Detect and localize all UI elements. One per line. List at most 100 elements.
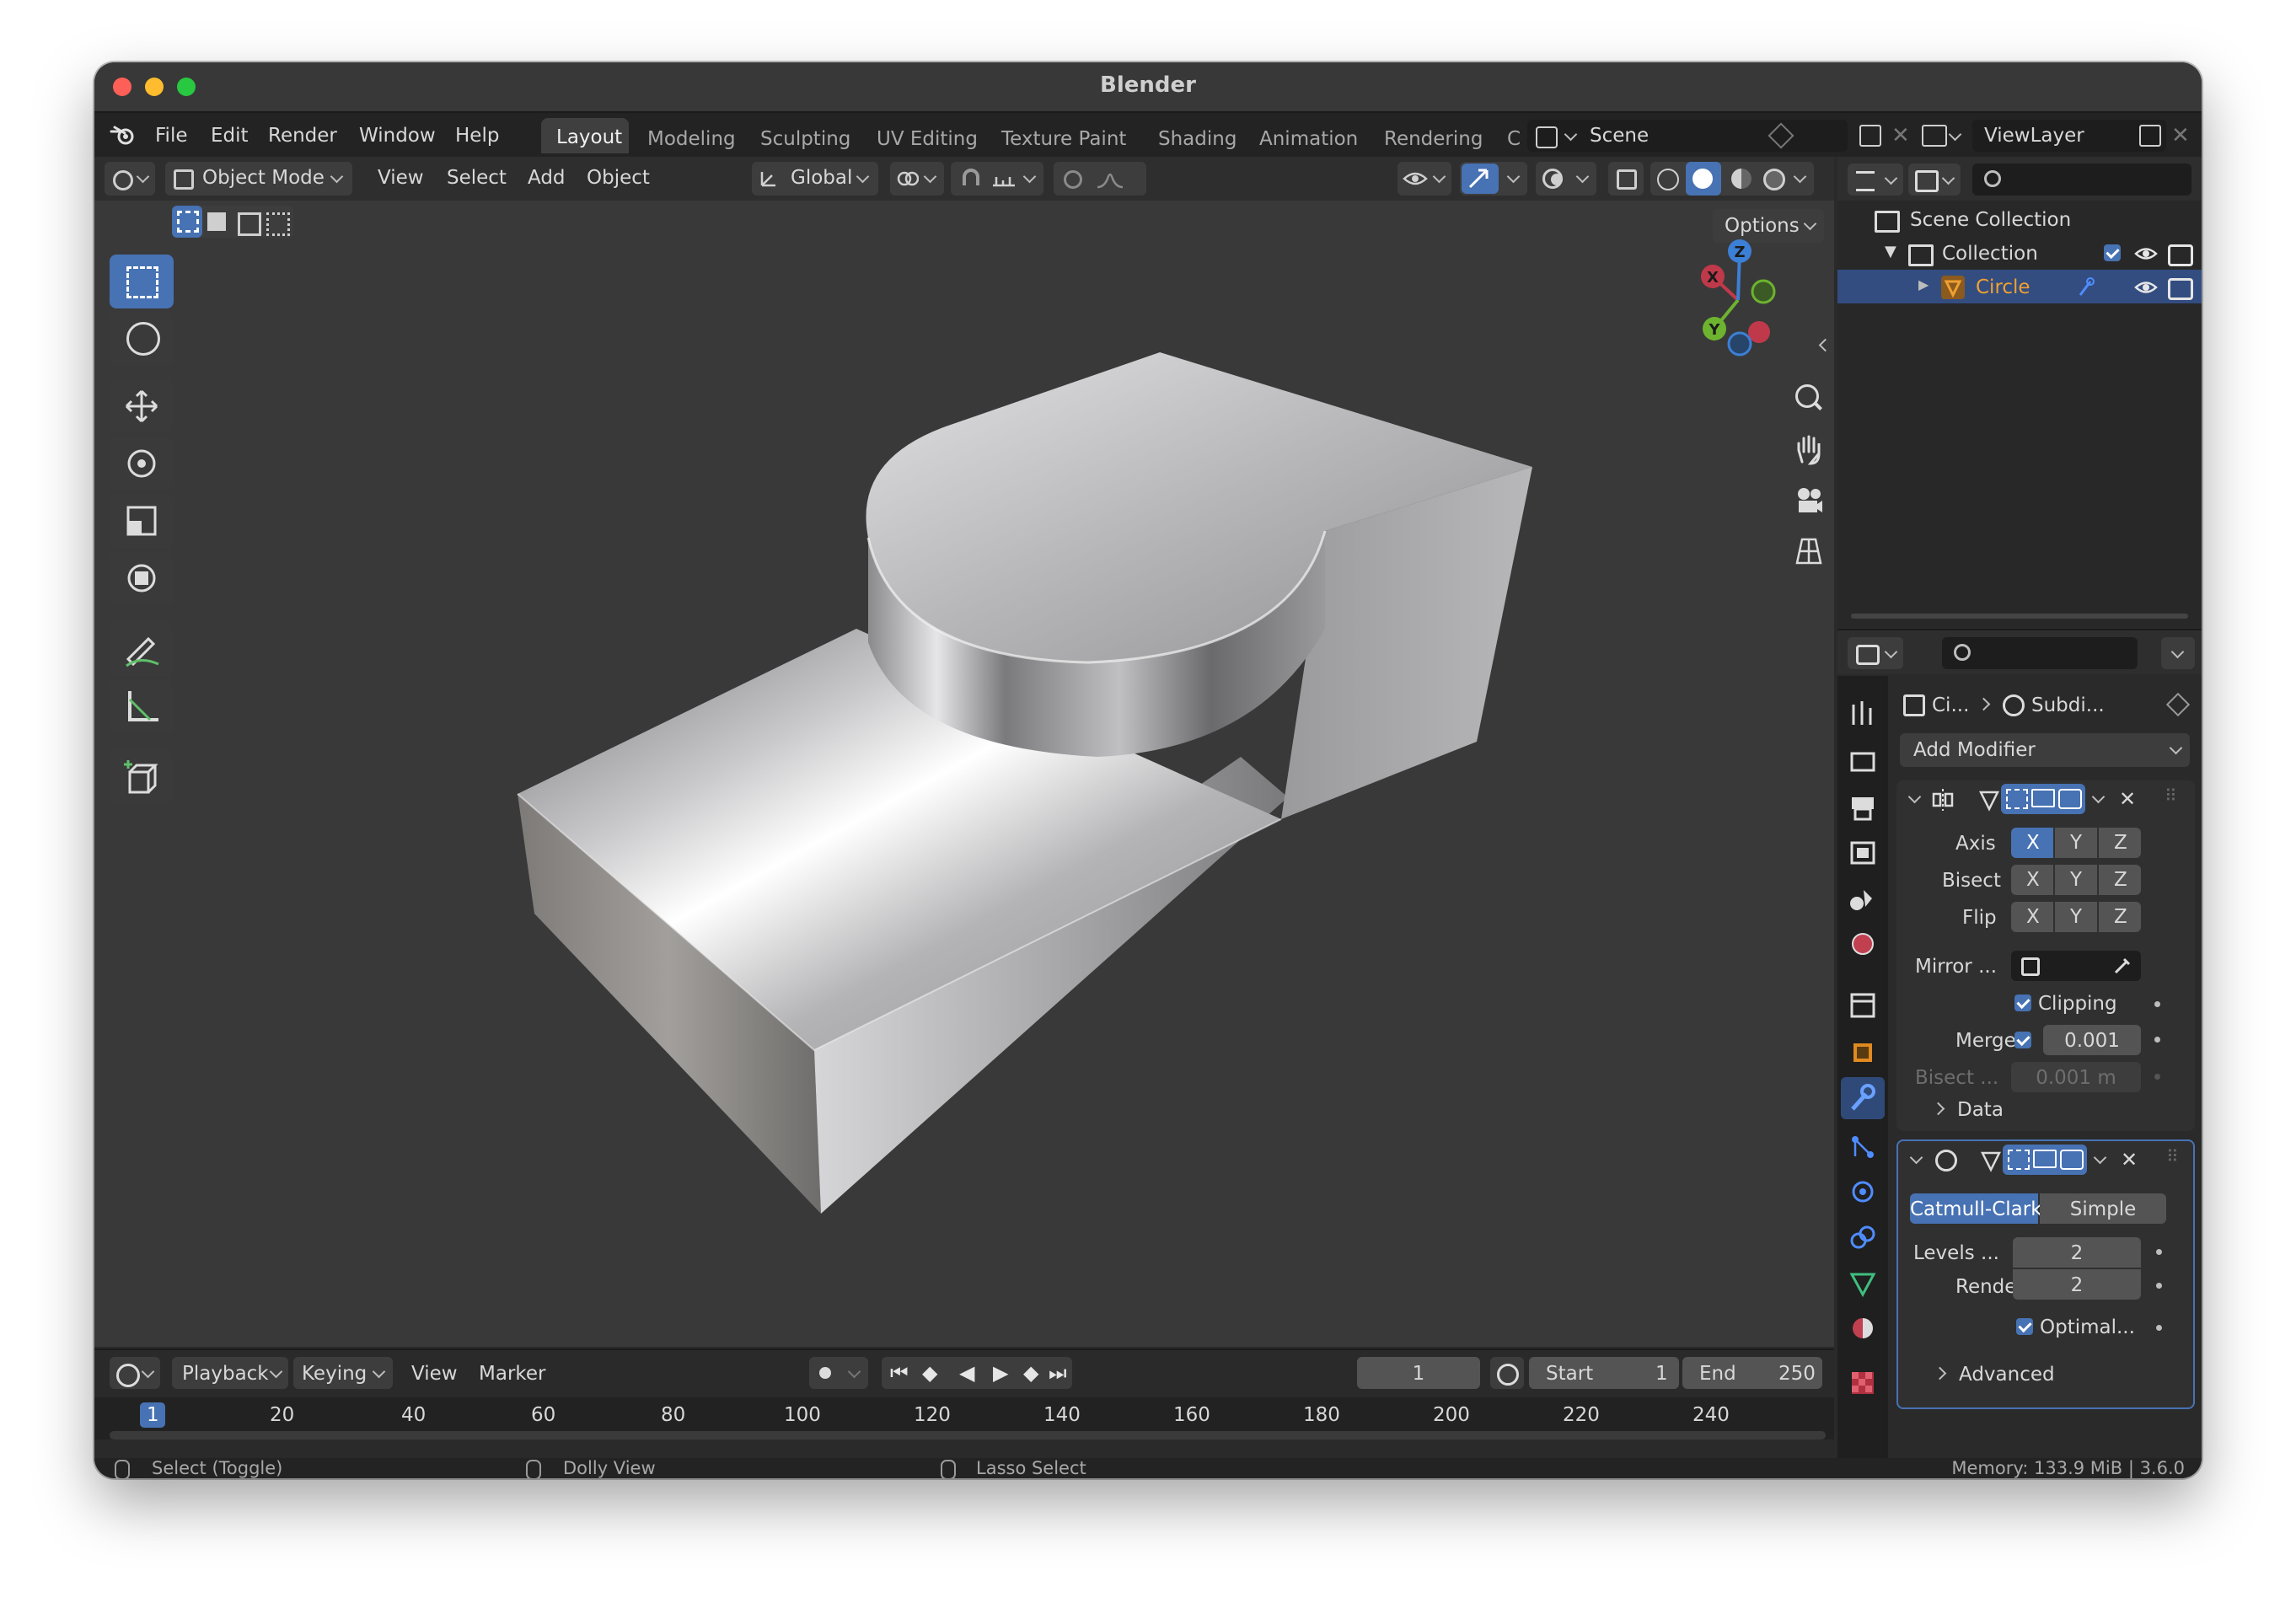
current-frame-field[interactable]: 1: [1357, 1357, 1480, 1389]
keyframe-dot[interactable]: [2154, 1001, 2160, 1007]
tab-overflow[interactable]: C: [1507, 130, 1521, 149]
edit-mode-icon[interactable]: [1977, 787, 2001, 812]
eye-icon[interactable]: [2134, 244, 2158, 263]
remove-modifier-icon[interactable]: ✕: [2119, 789, 2136, 809]
gizmo-neg-y[interactable]: [1751, 279, 1776, 304]
zoom-button[interactable]: [1785, 376, 1831, 421]
camera-render-icon[interactable]: [2168, 244, 2193, 266]
timeline-editor-type[interactable]: [110, 1357, 160, 1389]
menu-window[interactable]: Window: [359, 126, 436, 146]
properties-search[interactable]: [1942, 637, 2138, 669]
navigation-gizmo[interactable]: X Y Z: [1679, 224, 1814, 359]
jump-start-icon[interactable]: ⏮: [890, 1363, 909, 1383]
keyframe-dot[interactable]: [2156, 1283, 2162, 1289]
jump-end-icon[interactable]: ⏭: [1049, 1363, 1067, 1383]
menu-file[interactable]: File: [155, 126, 188, 146]
simple-toggle[interactable]: Simple: [2040, 1193, 2166, 1224]
chevron-down-icon[interactable]: [2093, 1150, 2107, 1165]
play-icon[interactable]: ▶: [993, 1363, 1008, 1383]
camera-render-icon[interactable]: [2168, 278, 2193, 300]
add-modifier-dropdown[interactable]: Add Modifier: [1900, 733, 2190, 767]
timeline-scrollbar[interactable]: [110, 1431, 1826, 1439]
menu-edit[interactable]: Edit: [211, 126, 249, 146]
play-reverse-icon[interactable]: ◀: [959, 1363, 974, 1383]
mirror-object-field[interactable]: [2011, 951, 2141, 981]
chevron-down-icon[interactable]: [2091, 790, 2106, 804]
menu-help[interactable]: Help: [455, 126, 499, 146]
tab-modeling[interactable]: Modeling: [647, 130, 736, 149]
scene-selector[interactable]: Scene: [1527, 120, 1848, 152]
data-subpanel[interactable]: Data: [1957, 1101, 2004, 1120]
gizmo-neg-x[interactable]: [1748, 321, 1770, 343]
next-keyframe-icon[interactable]: ◆: [1023, 1363, 1038, 1383]
tab-physics[interactable]: [1842, 1171, 1884, 1212]
tab-particles[interactable]: [1842, 1126, 1884, 1166]
axis-z-toggle[interactable]: Z: [2099, 828, 2141, 858]
end-frame-field[interactable]: End 250: [1682, 1357, 1822, 1389]
axis-x-toggle[interactable]: X: [2011, 828, 2053, 858]
properties-editor-type[interactable]: [1848, 637, 1903, 669]
timeline-menu-marker[interactable]: Marker: [479, 1364, 546, 1384]
edit-mode-icon[interactable]: [1979, 1148, 2003, 1173]
flip-z-toggle[interactable]: Z: [2099, 902, 2141, 932]
render-camera-icon[interactable]: [2060, 1150, 2084, 1170]
start-frame-field[interactable]: Start 1: [1529, 1357, 1679, 1389]
outliner-scrollbar[interactable]: [1851, 614, 2188, 619]
frame-ruler[interactable]: 1 20 40 60 80 100 120 140 160 180 200 22…: [94, 1397, 1834, 1439]
keyframe-dot[interactable]: [2154, 1037, 2160, 1043]
tab-texture[interactable]: [1842, 1362, 1884, 1402]
realtime-display-icon[interactable]: [2031, 789, 2055, 807]
pin-icon[interactable]: [2165, 692, 2191, 717]
bisect-z-toggle[interactable]: Z: [2099, 865, 2141, 895]
drag-handle-icon[interactable]: ⠿: [2166, 1148, 2179, 1165]
on-cage-icon[interactable]: [2006, 789, 2028, 809]
delete-scene-icon[interactable]: ✕: [1891, 125, 1910, 147]
remove-modifier-icon[interactable]: ✕: [2121, 1150, 2138, 1170]
camera-view-button[interactable]: [1785, 477, 1831, 523]
outliner-editor-type[interactable]: [1848, 164, 1903, 196]
tab-sculpting[interactable]: Sculpting: [760, 130, 850, 149]
tab-object[interactable]: [1842, 1032, 1884, 1072]
keyframe-dot[interactable]: [2156, 1325, 2162, 1331]
bisect-x-toggle[interactable]: X: [2011, 865, 2053, 895]
collapse-icon[interactable]: [1907, 790, 1922, 804]
tab-scene[interactable]: [1842, 878, 1884, 919]
tab-texture-paint[interactable]: Texture Paint: [1001, 130, 1126, 149]
tab-rendering[interactable]: Rendering: [1384, 130, 1483, 149]
tab-modifiers[interactable]: [1841, 1077, 1885, 1119]
perspective-toggle-button[interactable]: [1785, 528, 1831, 573]
view-layer-selector[interactable]: ViewLayer: [1972, 120, 2166, 152]
drag-handle-icon[interactable]: ⠿: [2165, 787, 2177, 804]
bisect-y-toggle[interactable]: Y: [2055, 865, 2097, 895]
display-mode-dropdown[interactable]: [1908, 164, 1961, 196]
tab-view-layer[interactable]: [1842, 833, 1884, 873]
outliner-search[interactable]: [1972, 164, 2191, 196]
tab-uv-editing[interactable]: UV Editing: [877, 130, 978, 149]
blender-logo-icon[interactable]: [110, 123, 137, 147]
outliner-item-scene-collection[interactable]: Scene Collection: [1910, 211, 2071, 230]
levels-viewport-field[interactable]: 2: [2013, 1237, 2141, 1268]
preview-range-toggle[interactable]: [1490, 1357, 1524, 1389]
3d-viewport[interactable]: Object Mode View Select Add Object Globa…: [94, 157, 1834, 1347]
3d-object-circle[interactable]: [94, 157, 1834, 1347]
merge-checkbox[interactable]: [2014, 1032, 2031, 1048]
circle-expand-icon[interactable]: ▶: [1918, 278, 1929, 292]
eyedropper-icon[interactable]: [2112, 956, 2132, 976]
advanced-subpanel[interactable]: Advanced: [1959, 1365, 2055, 1385]
delete-view-layer-icon[interactable]: ✕: [2171, 125, 2190, 147]
auto-keying-toggle[interactable]: [809, 1357, 868, 1389]
tab-data[interactable]: [1842, 1263, 1884, 1303]
collection-exclude-checkbox[interactable]: [2104, 244, 2121, 261]
playback-dropdown[interactable]: Playback: [172, 1357, 288, 1389]
clipping-checkbox[interactable]: [2014, 995, 2031, 1011]
pan-button[interactable]: [1785, 426, 1831, 472]
collection-expand-icon[interactable]: ▼: [1885, 244, 1896, 260]
keyframe-dot[interactable]: [2156, 1249, 2162, 1255]
tab-collection[interactable]: [1842, 984, 1884, 1025]
tab-animation[interactable]: Animation: [1259, 130, 1358, 149]
flip-x-toggle[interactable]: X: [2011, 902, 2053, 932]
tab-tool[interactable]: [1842, 693, 1884, 733]
catmull-clark-toggle[interactable]: Catmull-Clark: [1910, 1193, 2042, 1224]
tab-world[interactable]: [1842, 924, 1884, 964]
properties-options[interactable]: [2161, 637, 2195, 669]
